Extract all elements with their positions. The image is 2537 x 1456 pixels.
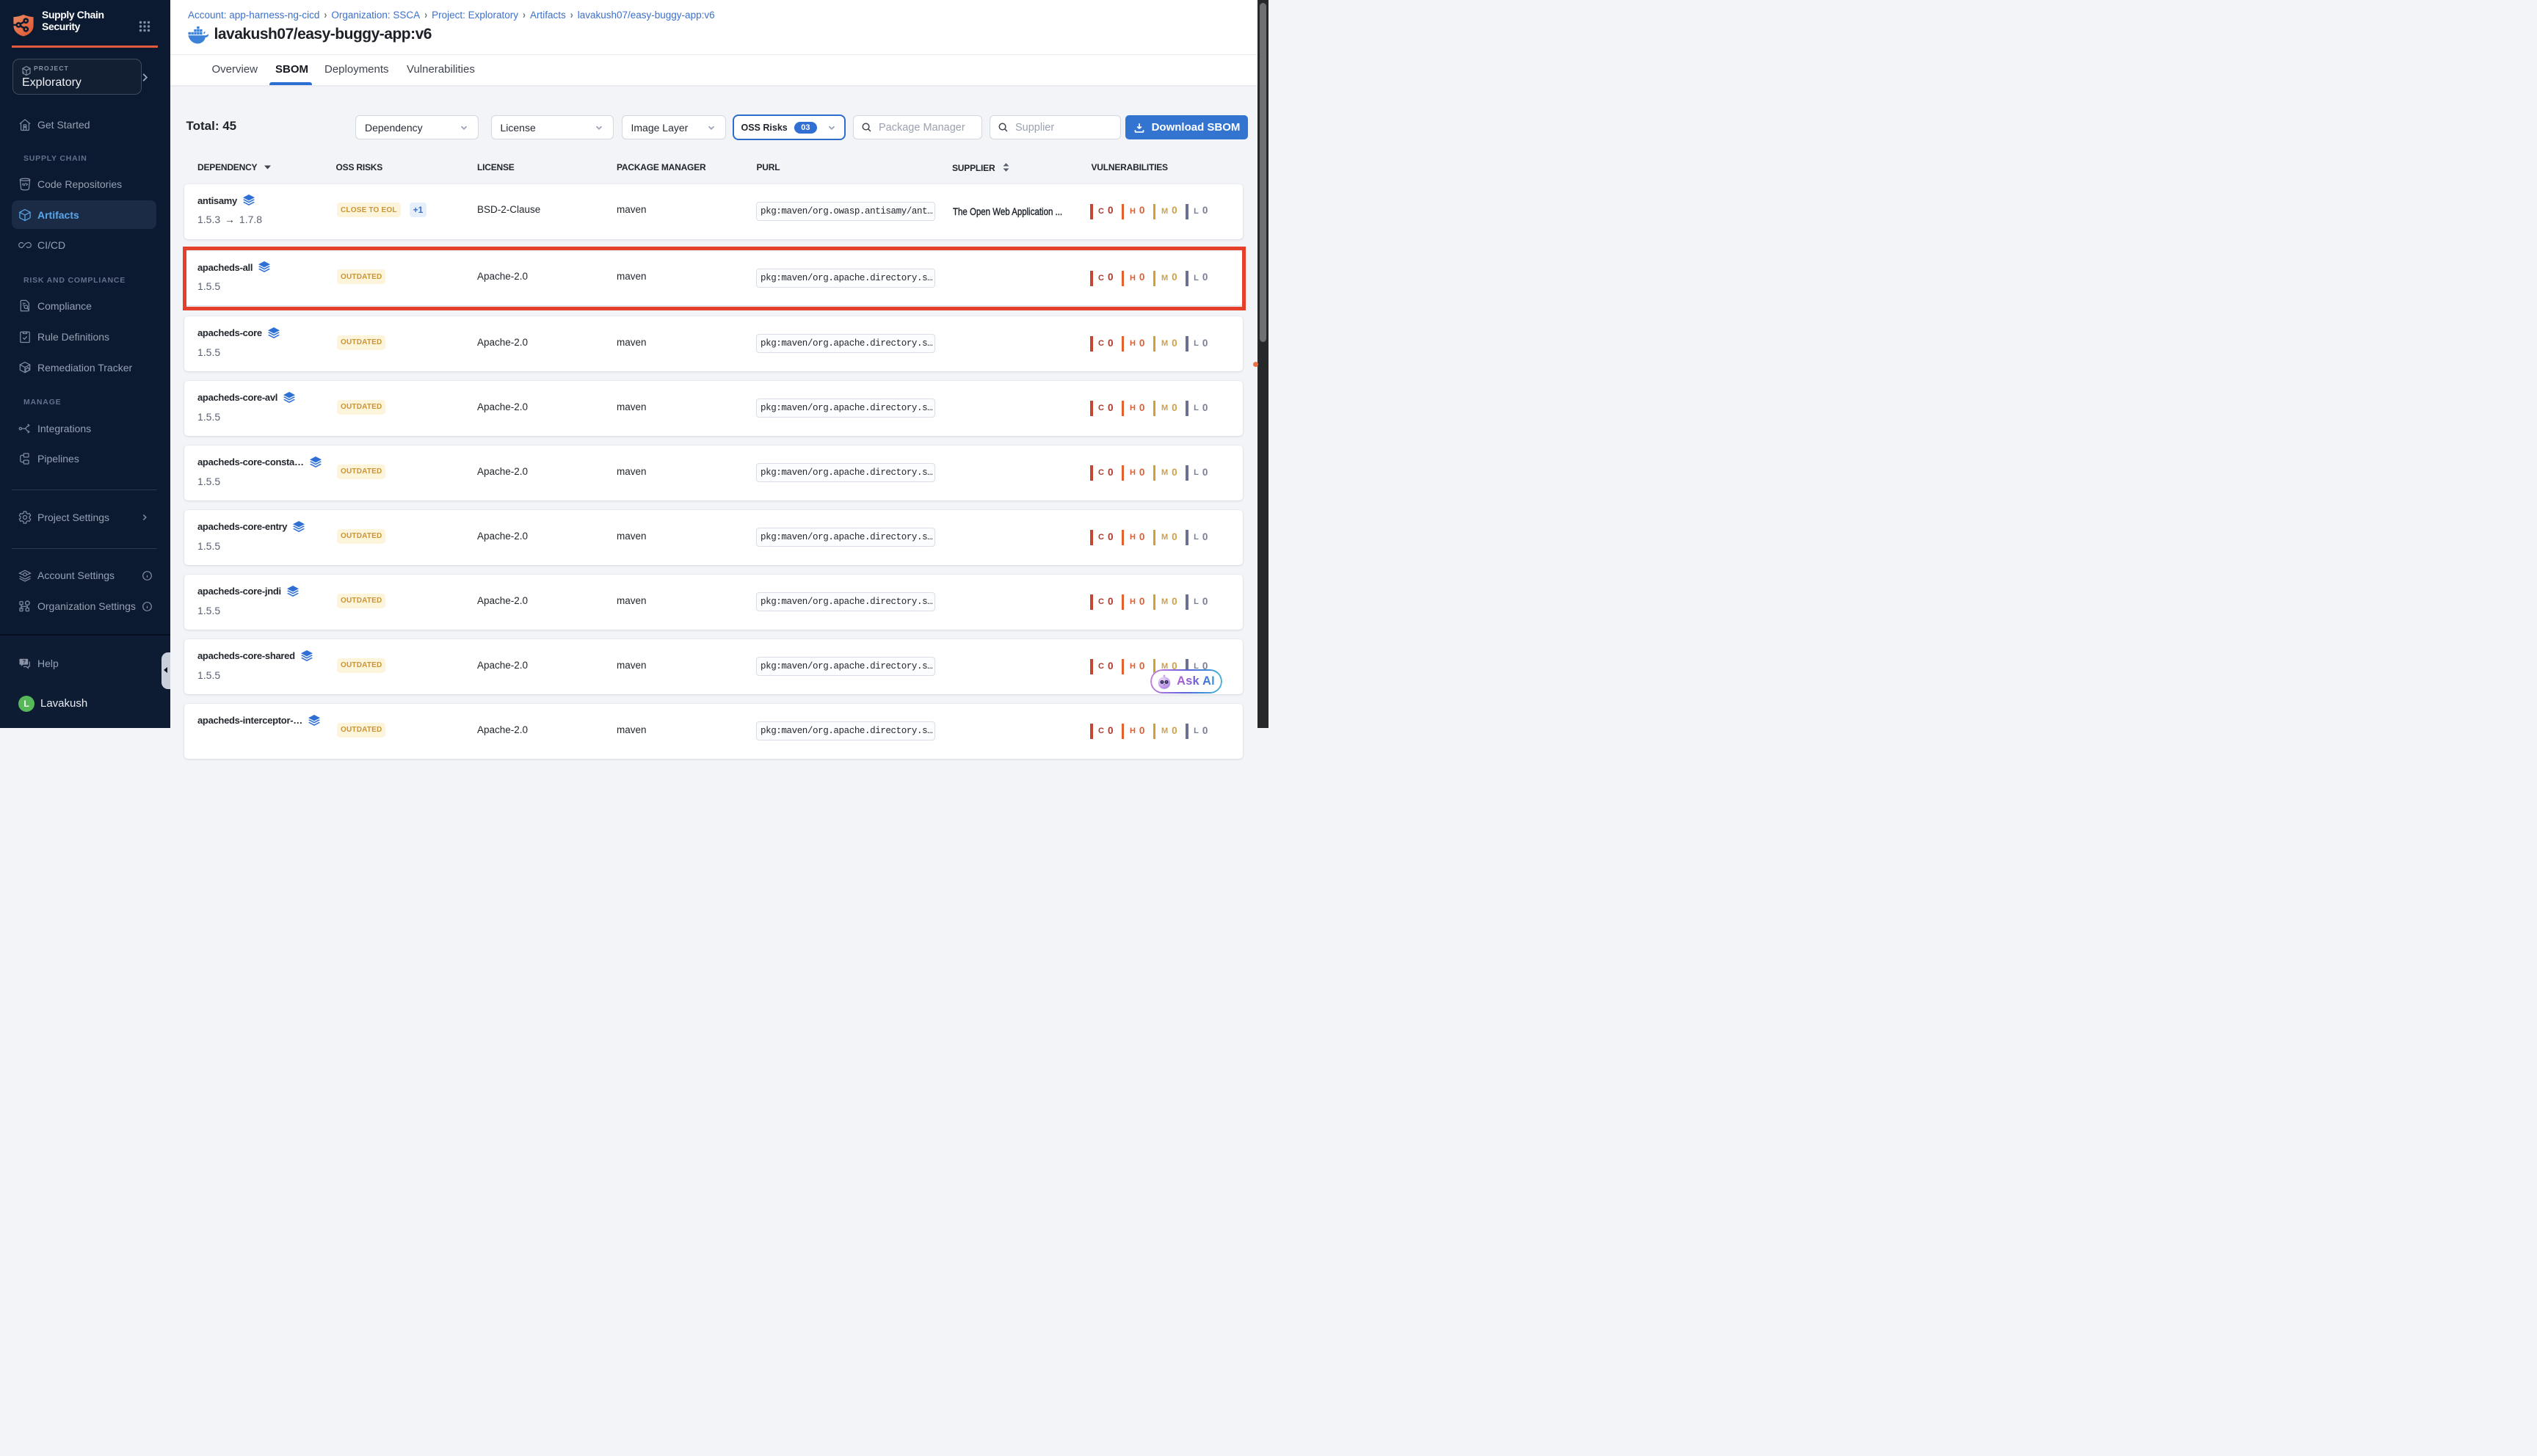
svg-text:?: ?: [23, 658, 26, 665]
